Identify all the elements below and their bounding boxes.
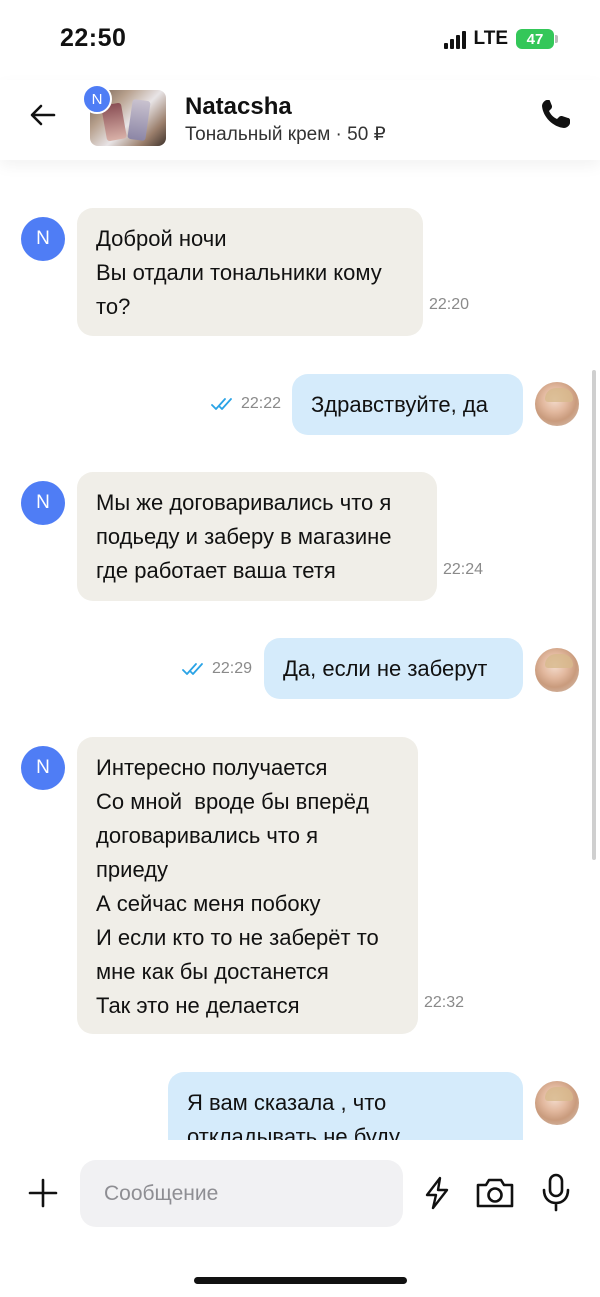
message-line: подьеду и заберу в магазине [96,524,392,549]
message-time: 22:29 [212,660,253,677]
sender-avatar[interactable]: N [21,746,65,790]
composer-bar [0,1140,600,1297]
message-input[interactable] [80,1160,403,1227]
read-ticks-icon [182,663,203,675]
chat-header: N Natacsha Тональный крем · 50 ₽ [0,80,600,160]
sender-avatar[interactable]: N [21,217,65,261]
message-list[interactable]: N Доброй ночи Вы отдали тональники кому … [0,160,600,1140]
arrow-left-icon[interactable] [26,98,60,132]
message-line: Интересно получается [96,755,328,780]
message-line: Вы отдали тональники кому [96,260,382,285]
contact-avatar[interactable]: N [82,84,112,114]
message-line: Со мной вроде бы вперёд [96,789,369,814]
microphone-icon[interactable] [540,1172,572,1212]
plus-icon[interactable] [26,1176,60,1210]
message-line: Здравствуйте, да [311,392,488,417]
message-line: А сейчас меня побоку [96,891,321,916]
message-bubble-incoming[interactable]: Интересно получается Со мной вроде бы вп… [77,737,418,1034]
message-line: мне как бы достанется [96,959,329,984]
camera-icon[interactable] [474,1176,516,1210]
status-indicators: LTE 47 [443,28,558,50]
message-line: где работает ваша тетя [96,558,336,583]
message-line: договаривались что я [96,823,318,848]
battery-level: 47 [516,29,554,49]
message-bubble-outgoing[interactable]: Я вам сказала , что откладывать не буду … [168,1072,523,1140]
message-line: то? [96,294,131,319]
status-time: 22:50 [60,24,127,52]
status-bar: 22:50 LTE 47 [0,0,600,80]
network-type: LTE [473,28,508,49]
my-avatar [535,648,579,692]
message-line: Доброй ночи [96,226,227,251]
home-indicator[interactable] [194,1277,407,1284]
message-line: Да, если не заберут [283,656,488,681]
message-time: 22:22 [241,395,282,412]
message-line: откладывать не буду . [187,1124,413,1140]
listing-subtitle[interactable]: Тональный крем · 50 ₽ [185,123,386,146]
message-line: Мы же договаривались что я [96,490,392,515]
message-line: Я вам сказала , что [187,1090,387,1115]
phone-icon[interactable] [538,96,574,132]
sender-avatar[interactable]: N [21,481,65,525]
read-ticks-icon [211,398,232,410]
message-bubble-incoming[interactable]: Доброй ночи Вы отдали тональники кому то… [77,208,423,336]
scrollbar[interactable] [592,370,596,860]
message-line: И если кто то не заберёт то [96,925,379,950]
message-bubble-incoming[interactable]: Мы же договаривались что я подьеду и заб… [77,472,437,601]
my-avatar [535,382,579,426]
my-avatar [535,1081,579,1125]
message-time: 22:32 [424,994,465,1011]
battery-icon: 47 [516,29,558,49]
message-line: приеду [96,857,169,882]
signal-icon [443,29,466,49]
message-bubble-outgoing[interactable]: Да, если не заберут [264,638,523,699]
message-line: Так это не делается [96,993,300,1018]
lightning-icon[interactable] [422,1176,452,1210]
contact-name[interactable]: Natacsha [185,93,292,121]
message-bubble-outgoing[interactable]: Здравствуйте, да [292,374,523,435]
message-time: 22:24 [443,561,484,578]
message-time: 22:20 [429,296,470,313]
